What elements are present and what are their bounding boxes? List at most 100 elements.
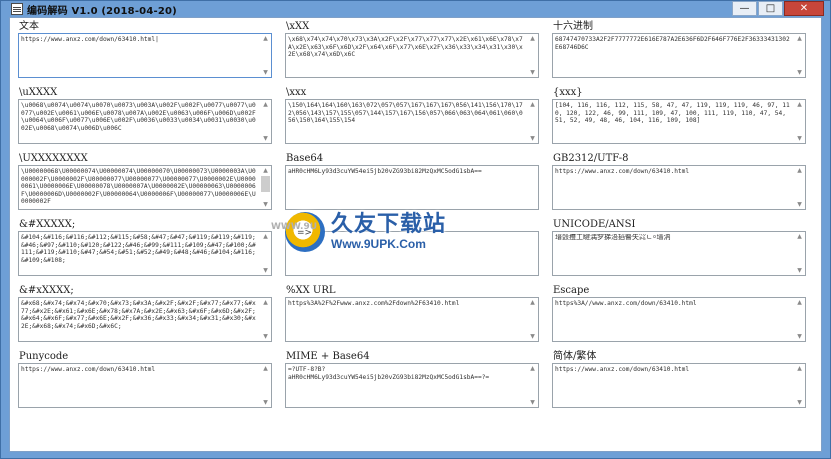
- scroll-up-icon[interactable]: ▲: [797, 166, 802, 175]
- scroll-down-icon[interactable]: ▼: [263, 266, 268, 275]
- scroll-thumb[interactable]: [261, 176, 270, 192]
- vertical-scrollbar[interactable]: ▲ ▼: [260, 34, 271, 77]
- textarea-value-simp-trad[interactable]: https://www.anxz.com/down/63410.html: [555, 366, 792, 405]
- vertical-scrollbar[interactable]: ▲ ▼: [794, 166, 805, 209]
- textarea-value-html-hex[interactable]: &#x68;&#x74;&#x74;&#x70;&#x73;&#x3A;&#x2…: [21, 300, 258, 339]
- vertical-scrollbar[interactable]: ▲ ▼: [260, 166, 271, 209]
- textarea-value-escape[interactable]: https%3A//www.anxz.com/down/63410.html: [555, 300, 792, 339]
- scroll-down-icon[interactable]: ▼: [797, 200, 802, 209]
- scroll-down-icon[interactable]: ▼: [263, 398, 268, 407]
- vertical-scrollbar[interactable]: ▲ ▼: [794, 298, 805, 341]
- field-label-url-encode: %XX URL: [285, 284, 539, 297]
- vertical-scrollbar[interactable]: ▲ ▼: [260, 364, 271, 407]
- scroll-up-icon[interactable]: ▲: [530, 298, 535, 307]
- vertical-scrollbar[interactable]: ▲ ▼: [260, 100, 271, 143]
- textarea-decimal-list[interactable]: [104, 116, 116, 112, 115, 58, 47, 47, 11…: [552, 99, 806, 144]
- textarea-mime-base64[interactable]: =?UTF-8?B? aHR0cHM6Ly93d3cuYW54ei5jb20vZ…: [285, 363, 539, 408]
- vertical-scrollbar[interactable]: ▲ ▼: [260, 232, 271, 275]
- scroll-up-icon[interactable]: ▲: [263, 100, 268, 109]
- textarea-middle-4[interactable]: ht: [285, 231, 539, 276]
- scroll-down-icon[interactable]: ▼: [797, 68, 802, 77]
- textarea-value-text[interactable]: https://www.anxz.com/down/63410.html|: [21, 36, 258, 75]
- textarea-text[interactable]: https://www.anxz.com/down/63410.html| ▲ ▼: [18, 33, 272, 78]
- scroll-down-icon[interactable]: ▼: [263, 200, 268, 209]
- scroll-up-icon[interactable]: ▲: [263, 232, 268, 241]
- minimize-button[interactable]: —: [732, 1, 757, 16]
- field-decimal-list: {xxx} [104, 116, 116, 112, 115, 58, 47, 4…: [552, 86, 806, 144]
- textarea-value-html-decimal[interactable]: &#104;&#116;&#116;&#112;&#115;&#58;&#47;…: [21, 234, 258, 273]
- scroll-up-icon[interactable]: ▲: [263, 298, 268, 307]
- textarea-value-hex[interactable]: 68747470733A2F2F7777772E616E787A2E636F6D…: [555, 36, 792, 75]
- scroll-down-icon[interactable]: ▼: [263, 134, 268, 143]
- scroll-up-icon[interactable]: ▲: [797, 34, 802, 43]
- vertical-scrollbar[interactable]: ▲ ▼: [527, 364, 538, 407]
- scroll-down-icon[interactable]: ▼: [530, 332, 535, 341]
- vertical-scrollbar[interactable]: ▲ ▼: [527, 34, 538, 77]
- vertical-scrollbar[interactable]: ▲ ▼: [527, 298, 538, 341]
- textarea-value-gb2312[interactable]: https://www.anxz.com/down/63410.html: [555, 168, 792, 207]
- scroll-up-icon[interactable]: ▲: [530, 34, 535, 43]
- title-bar[interactable]: 编码解码 V1.0 (2018-04-20) — □ ✕: [1, 1, 830, 17]
- textarea-hex[interactable]: 68747470733A2F2F7777772E616E787A2E636F6D…: [552, 33, 806, 78]
- field-escape: Escape https%3A//www.anxz.com/down/63410.…: [552, 284, 806, 342]
- scroll-down-icon[interactable]: ▼: [797, 398, 802, 407]
- scroll-up-icon[interactable]: ▲: [530, 364, 535, 373]
- scroll-down-icon[interactable]: ▼: [797, 266, 802, 275]
- textarea-value-unicode-ansi[interactable]: 瑨瑴㩳⼯睷⹷湡穸挮浯搯睯⽮㌶ㄴ⸰瑨汭: [555, 234, 792, 273]
- field-middle-4: ht: [285, 218, 539, 276]
- scroll-down-icon[interactable]: ▼: [263, 332, 268, 341]
- textarea-base64[interactable]: aHR0cHM6Ly93d3cuYW54ei5jb20vZG93bi82MzQx…: [285, 165, 539, 210]
- maximize-button[interactable]: □: [758, 1, 783, 16]
- field-unicode32-escape: \UXXXXXXXX \U00000068\U00000074\U00000074…: [18, 152, 272, 210]
- textarea-unicode-escape[interactable]: \u0068\u0074\u0074\u0070\u0073\u003A\u00…: [18, 99, 272, 144]
- textarea-html-hex[interactable]: &#x68;&#x74;&#x74;&#x70;&#x73;&#x3A;&#x2…: [18, 297, 272, 342]
- field-gb2312: GB2312/UTF-8 https://www.anxz.com/down/63…: [552, 152, 806, 210]
- scroll-down-icon[interactable]: ▼: [530, 68, 535, 77]
- field-label-middle-4: [285, 218, 539, 231]
- scroll-up-icon[interactable]: ▲: [263, 34, 268, 43]
- field-punycode: Punycode https://www.anxz.com/down/63410.…: [18, 350, 272, 408]
- textarea-value-decimal-list[interactable]: [104, 116, 116, 112, 115, 58, 47, 47, 11…: [555, 102, 792, 141]
- textarea-url-encode[interactable]: https%3A%2F%2Fwww.anxz.com%2Fdown%2F6341…: [285, 297, 539, 342]
- textarea-hex-escape[interactable]: \x68\x74\x74\x70\x73\x3A\x2F\x2F\x77\x77…: [285, 33, 539, 78]
- textarea-html-decimal[interactable]: &#104;&#116;&#116;&#112;&#115;&#58;&#47;…: [18, 231, 272, 276]
- scroll-down-icon[interactable]: ▼: [530, 134, 535, 143]
- textarea-value-unicode32-escape[interactable]: \U00000068\U00000074\U00000074\U00000070…: [21, 168, 258, 207]
- textarea-value-octal-escape[interactable]: \150\164\164\160\163\072\057\057\167\167…: [288, 102, 525, 141]
- scroll-down-icon[interactable]: ▼: [797, 332, 802, 341]
- scroll-up-icon[interactable]: ▲: [797, 298, 802, 307]
- textarea-value-hex-escape[interactable]: \x68\x74\x74\x70\x73\x3A\x2F\x2F\x77\x77…: [288, 36, 525, 75]
- scroll-up-icon[interactable]: ▲: [797, 100, 802, 109]
- textarea-value-url-encode[interactable]: https%3A%2F%2Fwww.anxz.com%2Fdown%2F6341…: [288, 300, 525, 339]
- vertical-scrollbar[interactable]: ▲ ▼: [794, 232, 805, 275]
- scroll-down-icon[interactable]: ▼: [530, 398, 535, 407]
- vertical-scrollbar[interactable]: ▲ ▼: [527, 100, 538, 143]
- field-label-octal-escape: \xxx: [285, 86, 539, 99]
- scroll-down-icon[interactable]: ▼: [797, 134, 802, 143]
- scroll-up-icon[interactable]: ▲: [263, 364, 268, 373]
- textarea-value-punycode[interactable]: https://www.anxz.com/down/63410.html: [21, 366, 258, 405]
- textarea-escape[interactable]: https%3A//www.anxz.com/down/63410.html ▲ ▼: [552, 297, 806, 342]
- textarea-value-unicode-escape[interactable]: \u0068\u0074\u0074\u0070\u0073\u003A\u00…: [21, 102, 258, 141]
- scroll-up-icon[interactable]: ▲: [797, 232, 802, 241]
- textarea-octal-escape[interactable]: \150\164\164\160\163\072\057\057\167\167…: [285, 99, 539, 144]
- field-label-simp-trad: 简体/繁体: [552, 350, 806, 363]
- vertical-scrollbar[interactable]: ▲ ▼: [794, 364, 805, 407]
- vertical-scrollbar[interactable]: ▲ ▼: [794, 100, 805, 143]
- scroll-up-icon[interactable]: ▲: [797, 364, 802, 373]
- vertical-scrollbar[interactable]: ▲ ▼: [260, 298, 271, 341]
- scroll-up-icon[interactable]: ▲: [530, 100, 535, 109]
- scroll-up-icon[interactable]: ▲: [263, 166, 268, 175]
- close-button[interactable]: ✕: [784, 1, 824, 16]
- textarea-value-middle-4[interactable]: ht: [288, 234, 536, 273]
- vertical-scrollbar[interactable]: ▲ ▼: [794, 34, 805, 77]
- textarea-punycode[interactable]: https://www.anxz.com/down/63410.html ▲ ▼: [18, 363, 272, 408]
- field-label-punycode: Punycode: [18, 350, 272, 363]
- textarea-gb2312[interactable]: https://www.anxz.com/down/63410.html ▲ ▼: [552, 165, 806, 210]
- textarea-unicode-ansi[interactable]: 瑨瑴㩳⼯睷⹷湡穸挮浯搯睯⽮㌶ㄴ⸰瑨汭 ▲ ▼: [552, 231, 806, 276]
- textarea-value-base64[interactable]: aHR0cHM6Ly93d3cuYW54ei5jb20vZG93bi82MzQx…: [288, 168, 536, 207]
- textarea-unicode32-escape[interactable]: \U00000068\U00000074\U00000074\U00000070…: [18, 165, 272, 210]
- textarea-simp-trad[interactable]: https://www.anxz.com/down/63410.html ▲ ▼: [552, 363, 806, 408]
- scroll-down-icon[interactable]: ▼: [263, 68, 268, 77]
- textarea-value-mime-base64[interactable]: =?UTF-8?B? aHR0cHM6Ly93d3cuYW54ei5jb20vZ…: [288, 366, 525, 405]
